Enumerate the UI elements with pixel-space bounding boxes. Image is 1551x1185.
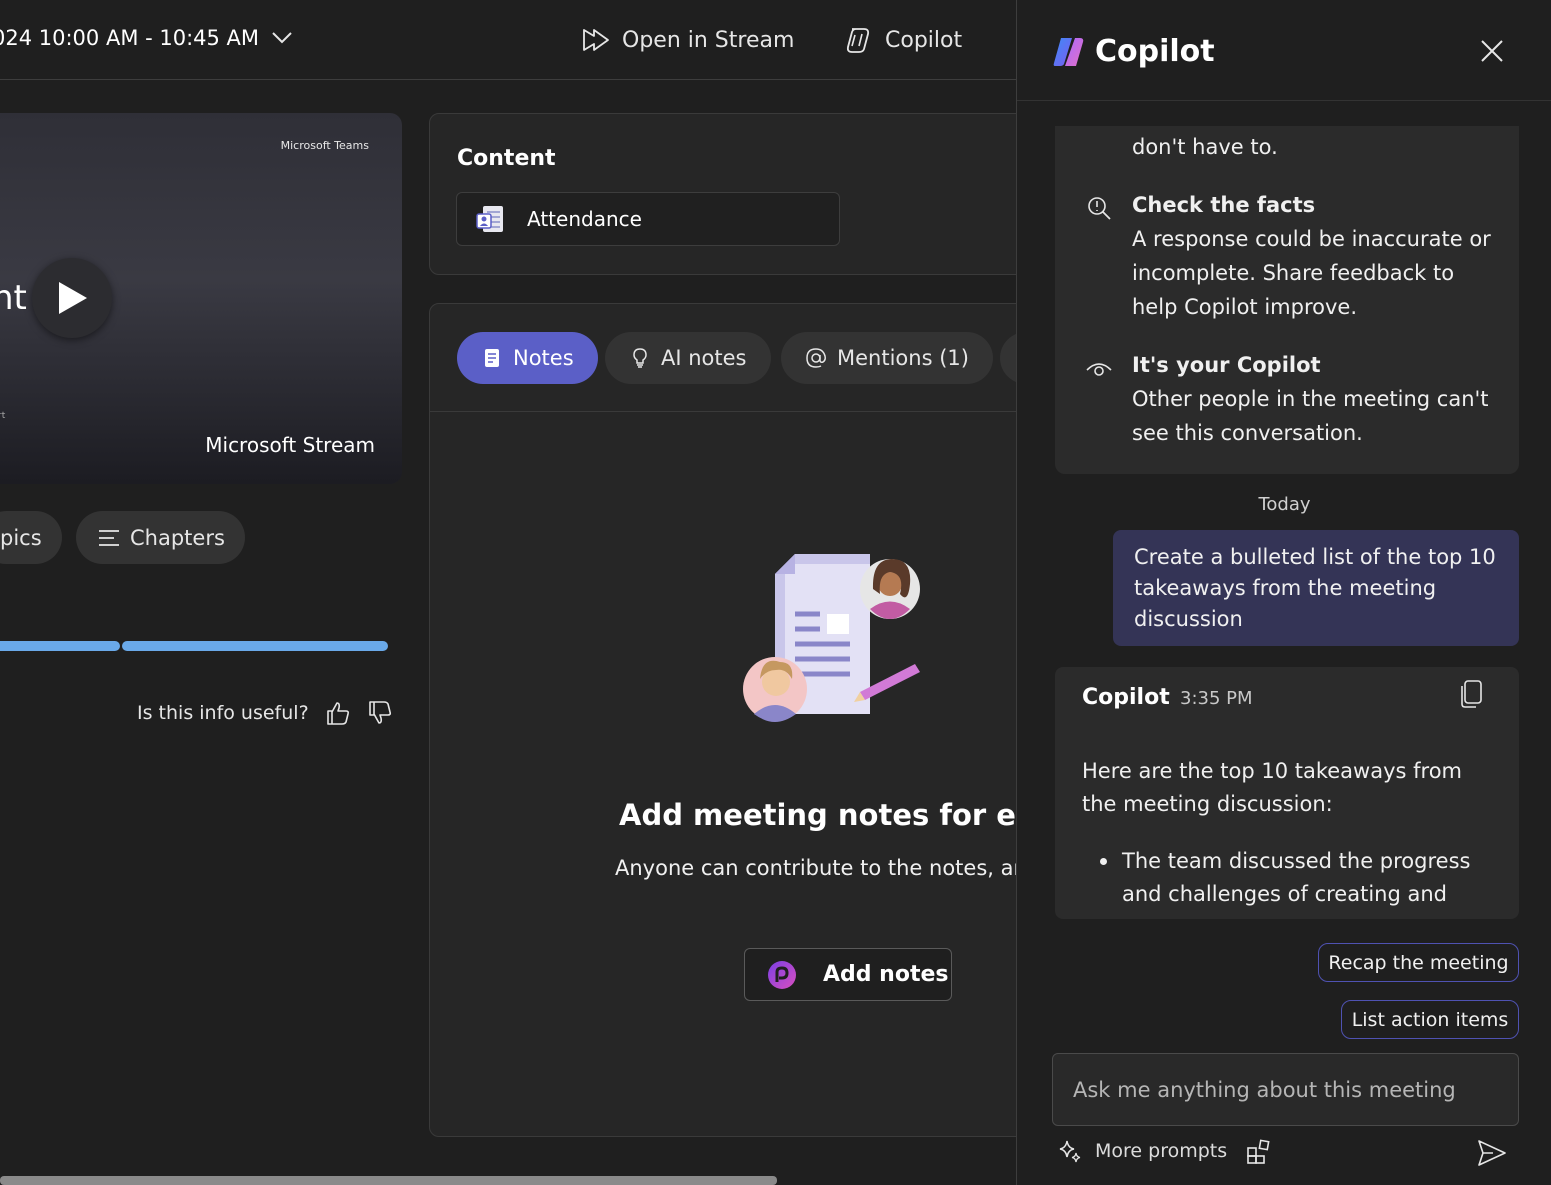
notes-tabs: Notes AI notes Mentions (1) bbox=[430, 304, 1028, 412]
lightbulb-icon bbox=[633, 348, 647, 368]
more-prompts-button[interactable]: More prompts bbox=[1057, 1138, 1227, 1164]
notes-card: Notes AI notes Mentions (1) Add meeting … bbox=[429, 303, 1029, 1137]
content-card: Content Attendance bbox=[429, 113, 1029, 275]
teams-watermark: Microsoft Teams bbox=[280, 139, 369, 152]
tip-cut-text: don't have to. bbox=[1132, 135, 1278, 159]
thumbs-down-icon[interactable] bbox=[367, 700, 393, 726]
loop-icon bbox=[768, 960, 796, 989]
search-check-icon bbox=[1088, 197, 1111, 220]
tab-notes[interactable]: Notes bbox=[457, 332, 598, 384]
copilot-tips-card: don't have to. Check the facts A respons… bbox=[1055, 126, 1519, 474]
feedback-row: Is this info useful? bbox=[137, 700, 393, 726]
copilot-button[interactable]: Copilot bbox=[843, 22, 962, 58]
meeting-time-dropdown[interactable]: 024 10:00 AM - 10:45 AM bbox=[0, 26, 293, 50]
more-prompts-label: More prompts bbox=[1095, 1140, 1228, 1162]
tip-check-facts: Check the facts A response could be inac… bbox=[1132, 188, 1492, 324]
stream-label: Microsoft Stream bbox=[205, 433, 375, 457]
video-caption-text: rt bbox=[0, 411, 6, 421]
tab-notes-label: Notes bbox=[513, 346, 574, 370]
copilot-title: Copilot bbox=[1095, 34, 1215, 69]
copilot-panel: Copilot don't have to. Check the facts A… bbox=[1016, 0, 1551, 1185]
tip-check-facts-title: Check the facts bbox=[1132, 193, 1316, 217]
copilot-logo-icon bbox=[1053, 38, 1084, 66]
day-separator: Today bbox=[1258, 494, 1311, 515]
tab-ai-notes-label: AI notes bbox=[661, 346, 747, 370]
user-message: Create a bulleted list of the top 10 tak… bbox=[1113, 530, 1519, 646]
notes-empty-subtitle: Anyone can contribute to the notes, an bbox=[615, 856, 1027, 880]
close-icon[interactable] bbox=[1479, 38, 1505, 64]
copilot-response: Copilot 3:35 PM Here are the top 10 take… bbox=[1055, 667, 1519, 919]
tab-mentions-label: Mentions (1) bbox=[837, 346, 969, 370]
list-icon bbox=[99, 529, 119, 546]
copilot-ask-input[interactable] bbox=[1052, 1053, 1519, 1126]
response-author: Copilot bbox=[1082, 685, 1170, 710]
notes-empty-title: Add meeting notes for every bbox=[619, 798, 1028, 832]
meeting-time-label: 024 10:00 AM - 10:45 AM bbox=[0, 26, 260, 50]
copy-icon[interactable] bbox=[1458, 679, 1484, 709]
thumbs-up-icon[interactable] bbox=[325, 700, 351, 726]
tab-chapters-label: Chapters bbox=[130, 525, 225, 550]
eye-icon bbox=[1086, 363, 1112, 376]
attendance-file[interactable]: Attendance bbox=[456, 192, 840, 246]
attendance-label: Attendance bbox=[527, 207, 642, 231]
add-notes-button[interactable]: Add notes bbox=[744, 948, 952, 1001]
copilot-label: Copilot bbox=[885, 27, 963, 53]
notes-illustration bbox=[743, 554, 920, 722]
add-notes-label: Add notes bbox=[823, 962, 949, 987]
tab-ai-notes[interactable]: AI notes bbox=[605, 332, 771, 384]
suggestion-action-items-button[interactable]: List action items bbox=[1341, 1000, 1519, 1039]
apps-grid-icon[interactable] bbox=[1246, 1139, 1272, 1165]
stream-icon bbox=[583, 29, 609, 51]
tab-chapters[interactable]: Chapters bbox=[76, 511, 245, 564]
tip-your-copilot-title: It's your Copilot bbox=[1132, 353, 1321, 377]
send-icon[interactable] bbox=[1477, 1139, 1507, 1167]
timeline-segment[interactable] bbox=[122, 641, 388, 651]
tab-topics[interactable]: pics bbox=[0, 511, 62, 564]
open-in-stream-label: Open in Stream bbox=[622, 27, 795, 53]
tip-your-copilot-body: Other people in the meeting can't see th… bbox=[1132, 387, 1489, 445]
tab-mentions[interactable]: Mentions (1) bbox=[781, 332, 993, 384]
attendance-file-icon bbox=[476, 206, 503, 232]
timeline-segment[interactable] bbox=[0, 641, 120, 651]
tip-check-facts-body: A response could be inaccurate or incomp… bbox=[1132, 227, 1491, 319]
play-icon bbox=[59, 282, 87, 314]
suggestion-recap-button[interactable]: Recap the meeting bbox=[1318, 943, 1519, 982]
notes-icon bbox=[485, 349, 499, 367]
content-title: Content bbox=[457, 146, 556, 171]
response-bullet: The team discussed the progress and chal… bbox=[1122, 849, 1471, 906]
response-intro: Here are the top 10 takeaways from the m… bbox=[1082, 759, 1462, 816]
feedback-question: Is this info useful? bbox=[137, 702, 309, 724]
copilot-icon bbox=[846, 28, 870, 53]
tab-topics-label: pics bbox=[0, 525, 42, 550]
meeting-header: 024 10:00 AM - 10:45 AM Open in Stream C… bbox=[0, 0, 1016, 80]
response-timestamp: 3:35 PM bbox=[1180, 688, 1253, 709]
open-in-stream-button[interactable]: Open in Stream bbox=[580, 22, 794, 58]
tip-your-copilot: It's your Copilot Other people in the me… bbox=[1132, 348, 1492, 450]
play-button[interactable] bbox=[32, 258, 112, 338]
sparkle-icon bbox=[1059, 1140, 1081, 1163]
chevron-down-icon bbox=[272, 32, 292, 44]
recording-video-player[interactable]: Microsoft Teams nt rt Microsoft Stream bbox=[0, 113, 402, 484]
copilot-header: Copilot bbox=[1017, 0, 1551, 101]
bullet-marker bbox=[1100, 858, 1107, 865]
horizontal-scrollbar[interactable] bbox=[0, 1176, 777, 1185]
video-title: nt bbox=[0, 278, 27, 318]
at-sign-icon bbox=[806, 348, 826, 368]
